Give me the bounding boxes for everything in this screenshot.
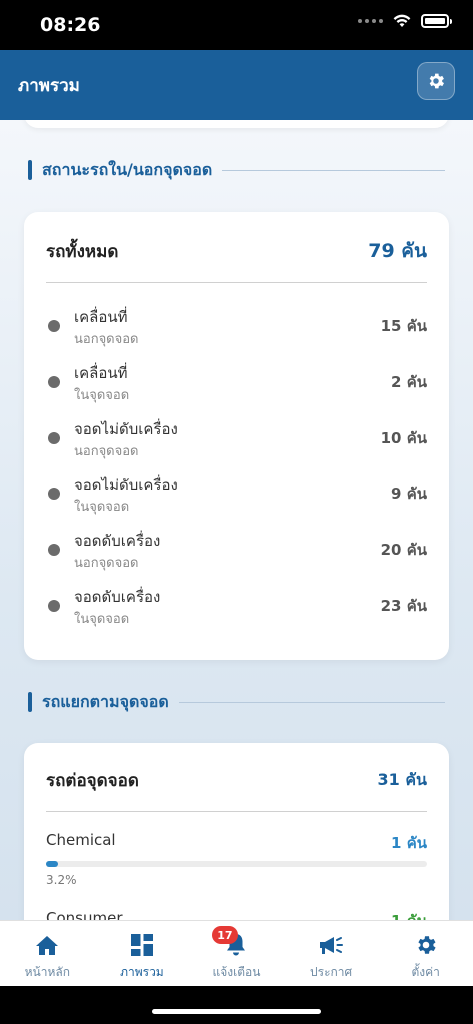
section-divider bbox=[178, 701, 445, 703]
status-label: เคลื่อนที่ bbox=[74, 364, 128, 382]
previous-card bbox=[24, 120, 449, 128]
tab-label: หน้าหลัก bbox=[24, 965, 70, 979]
wifi-icon bbox=[393, 14, 411, 27]
status-count: 2 คัน bbox=[391, 373, 427, 391]
status-label: เคลื่อนที่ bbox=[74, 308, 128, 326]
status-sublabel: นอกจุดจอด bbox=[74, 556, 139, 571]
card-divider bbox=[46, 811, 427, 812]
status-dot bbox=[48, 488, 60, 500]
section-divider bbox=[222, 169, 445, 171]
app-header: ภาพรวม bbox=[0, 50, 473, 120]
section-title: สถานะรถใน/นอกจุดจอด bbox=[42, 159, 213, 179]
tab-label: แจ้งเตือน bbox=[212, 965, 261, 979]
vehicle-status-card: รถทั้งหมด 79 คัน เคลื่อนที่ นอกจุดจอด 15… bbox=[24, 212, 449, 660]
tab-label: ประกาศ bbox=[310, 965, 353, 979]
location-progress-track bbox=[46, 861, 427, 867]
status-count: 9 คัน bbox=[391, 485, 427, 503]
status-dot bbox=[48, 600, 60, 612]
home-indicator[interactable] bbox=[152, 1009, 321, 1014]
location-row[interactable]: Chemical 1 คัน 3.2% bbox=[46, 831, 427, 891]
tab-home[interactable]: หน้าหลัก bbox=[0, 921, 95, 986]
status-dot bbox=[48, 432, 60, 444]
notification-badge: 17 bbox=[212, 926, 238, 944]
status-time: 08:26 bbox=[40, 14, 101, 36]
section-title: รถแยกตามจุดจอด bbox=[42, 691, 169, 711]
status-icons bbox=[358, 14, 452, 28]
vehicles-by-location-card: รถต่อจุดจอด 31 คัน Chemical 1 คัน 3.2% C… bbox=[24, 743, 449, 920]
per-location-row: รถต่อจุดจอด 31 คัน bbox=[46, 767, 427, 794]
status-count: 23 คัน bbox=[380, 597, 427, 615]
total-label: รถทั้งหมด bbox=[46, 241, 119, 262]
section-heading-status: สถานะรถใน/นอกจุดจอด bbox=[28, 159, 445, 181]
gear-icon bbox=[413, 932, 439, 958]
total-row: รถทั้งหมด 79 คัน bbox=[46, 236, 427, 266]
per-location-label: รถต่อจุดจอด bbox=[46, 771, 139, 791]
status-row[interactable]: จอดไม่ดับเครื่อง นอกจุดจอด 10 คัน bbox=[46, 414, 427, 462]
card-divider bbox=[46, 282, 427, 283]
bottom-tab-bar: หน้าหลัก ภาพรวม 17 แจ้งเตือน ประกาศ ตั้ง… bbox=[0, 920, 473, 986]
tab-settings[interactable]: ตั้งค่า bbox=[378, 921, 473, 986]
status-count: 20 คัน bbox=[380, 541, 427, 559]
status-row[interactable]: จอดดับเครื่อง นอกจุดจอด 20 คัน bbox=[46, 526, 427, 574]
content-area[interactable]: สถานะรถใน/นอกจุดจอด รถทั้งหมด 79 คัน เคล… bbox=[0, 120, 473, 920]
status-dot bbox=[48, 544, 60, 556]
status-row[interactable]: จอดดับเครื่อง ในจุดจอด 23 คัน bbox=[46, 582, 427, 630]
page-title: ภาพรวม bbox=[18, 76, 80, 96]
status-label: จอดดับเครื่อง bbox=[74, 532, 161, 550]
status-count: 15 คัน bbox=[380, 317, 427, 335]
status-sublabel: ในจุดจอด bbox=[74, 500, 130, 515]
status-sublabel: นอกจุดจอด bbox=[74, 444, 139, 459]
location-row[interactable]: Consumer 1 คัน bbox=[46, 909, 427, 920]
tab-overview[interactable]: ภาพรวม bbox=[95, 921, 190, 986]
status-sublabel: นอกจุดจอด bbox=[74, 332, 139, 347]
section-heading-location: รถแยกตามจุดจอด bbox=[28, 691, 445, 713]
status-row[interactable]: จอดไม่ดับเครื่อง ในจุดจอด 9 คัน bbox=[46, 470, 427, 518]
section-accent-bar bbox=[28, 160, 32, 180]
home-indicator-area bbox=[0, 986, 473, 1024]
status-label: จอดดับเครื่อง bbox=[74, 588, 161, 606]
location-count: 1 คัน bbox=[391, 909, 427, 920]
tab-notifications[interactable]: 17 แจ้งเตือน bbox=[189, 921, 284, 986]
megaphone-icon bbox=[318, 932, 344, 958]
battery-icon bbox=[421, 14, 452, 28]
status-row[interactable]: เคลื่อนที่ ในจุดจอด 2 คัน bbox=[46, 358, 427, 406]
tab-announcements[interactable]: ประกาศ bbox=[284, 921, 379, 986]
total-value: 79 คัน bbox=[368, 240, 427, 262]
signal-icon bbox=[358, 19, 383, 23]
settings-button[interactable] bbox=[417, 62, 455, 100]
location-name: Consumer bbox=[46, 909, 123, 920]
status-dot bbox=[48, 320, 60, 332]
home-icon bbox=[34, 932, 60, 958]
status-label: จอดไม่ดับเครื่อง bbox=[74, 476, 178, 494]
status-row[interactable]: เคลื่อนที่ นอกจุดจอด 15 คัน bbox=[46, 302, 427, 350]
status-sublabel: ในจุดจอด bbox=[74, 388, 130, 403]
location-name: Chemical bbox=[46, 831, 116, 849]
tab-label: ภาพรวม bbox=[120, 965, 164, 979]
section-accent-bar bbox=[28, 692, 32, 712]
dashboard-icon bbox=[129, 932, 155, 958]
tab-label: ตั้งค่า bbox=[411, 965, 440, 979]
status-label: จอดไม่ดับเครื่อง bbox=[74, 420, 178, 438]
gear-icon bbox=[429, 73, 444, 89]
status-sublabel: ในจุดจอด bbox=[74, 612, 130, 627]
per-location-value: 31 คัน bbox=[377, 770, 427, 789]
status-bar: 08:26 bbox=[0, 0, 473, 50]
location-percent: 3.2% bbox=[46, 873, 77, 887]
status-count: 10 คัน bbox=[380, 429, 427, 447]
location-count: 1 คัน bbox=[391, 834, 427, 852]
location-progress-fill bbox=[46, 861, 59, 867]
status-dot bbox=[48, 376, 60, 388]
